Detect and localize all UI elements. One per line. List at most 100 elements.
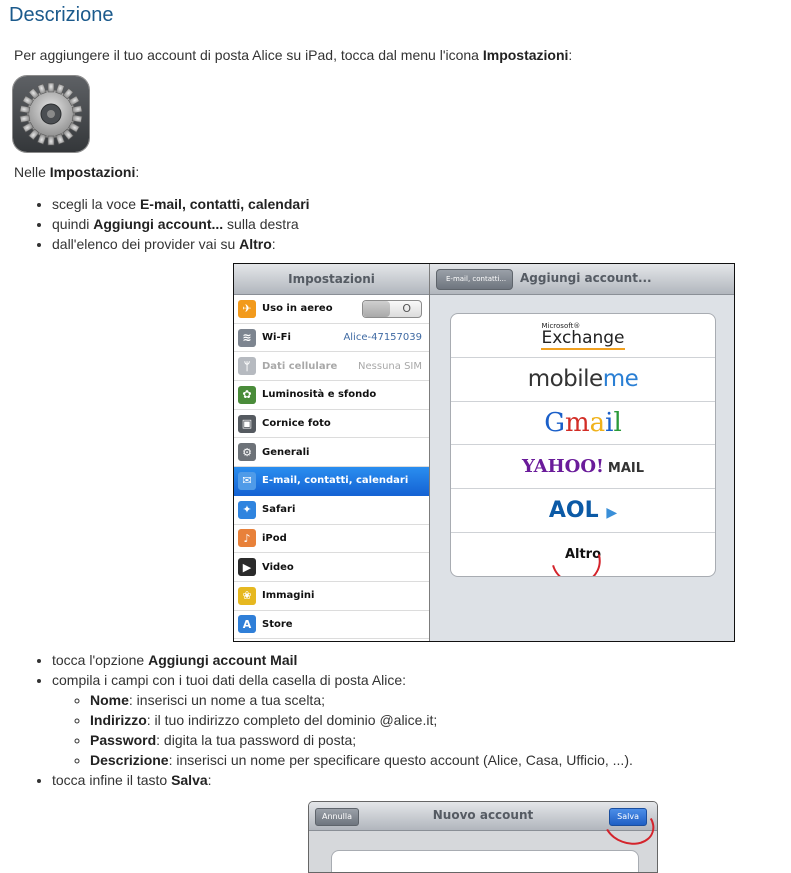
intro-prefix: Per aggiungere il tuo account di posta A… bbox=[14, 47, 483, 63]
aol-word: AOL bbox=[548, 498, 599, 524]
settings-row-value: Alice-47157039 bbox=[343, 332, 422, 344]
step-text: scegli la voce bbox=[52, 196, 140, 212]
gmail-letter: m bbox=[564, 407, 590, 438]
airplane-icon: ✈ bbox=[238, 299, 256, 318]
ipad-settings-screenshot: Impostazioni ✈ Uso in aereo O ≋ Wi-Fi Alice-4… bbox=[233, 263, 735, 642]
yahoo-word: YAHOO! bbox=[521, 456, 604, 478]
gear-icon: ⚙ bbox=[238, 443, 256, 462]
settings-row-uso-in-aereo[interactable]: ✈ Uso in aereo O bbox=[234, 295, 429, 324]
step-text: tocca infine il tasto bbox=[52, 772, 172, 788]
step-text: : bbox=[207, 772, 212, 788]
provider-mobileme[interactable]: mobileme bbox=[451, 358, 715, 402]
settings-row-e-mail-contatti-calendari[interactable]: ✉ E-mail, contatti, calendari bbox=[234, 467, 429, 496]
gmail-letter: l bbox=[613, 407, 622, 438]
settings-row-label: Dati cellulare bbox=[262, 360, 338, 372]
field-desc: : digita la tua password di posta; bbox=[156, 732, 357, 748]
settings-app-gear-icon bbox=[13, 76, 89, 152]
settings-row-label: Store bbox=[262, 618, 293, 630]
step-text: : bbox=[271, 236, 276, 252]
cellular-icon: ᛘ bbox=[238, 357, 256, 376]
settings-row-immagini[interactable]: ❀ Immagini bbox=[234, 582, 429, 611]
settings-row-store[interactable]: A Store bbox=[234, 611, 429, 640]
sunflower-icon: ❀ bbox=[238, 586, 256, 605]
settings-row-safari[interactable]: ✦ Safari bbox=[234, 496, 429, 525]
aol-play-icon: ▶ bbox=[606, 505, 618, 522]
airplane-mode-toggle[interactable]: O bbox=[362, 299, 422, 318]
mail-icon: ✉ bbox=[238, 471, 256, 490]
provider-gmail[interactable]: Gmail bbox=[451, 402, 715, 446]
nelle-suffix: : bbox=[135, 164, 140, 180]
aol-logo: AOL ▶ bbox=[549, 498, 617, 523]
brightness-icon: ✿ bbox=[238, 385, 256, 404]
settings-row-cornice-foto[interactable]: ▣ Cornice foto bbox=[234, 410, 429, 439]
settings-row-label: Generali bbox=[262, 446, 310, 458]
new-account-navbar: Annulla Nuovo account Salva bbox=[309, 802, 657, 852]
settings-row-generali[interactable]: ⚙ Generali bbox=[234, 438, 429, 468]
highlight-circle bbox=[542, 526, 610, 576]
add-account-header: E-mail, contatti... Aggiungi account... bbox=[430, 264, 734, 295]
toggle-off-label: O bbox=[402, 301, 411, 315]
settings-row-video[interactable]: ▶ Video bbox=[234, 553, 429, 582]
settings-row-label: E-mail, contatti, calendari bbox=[262, 475, 409, 487]
step-text: compila i campi con i tuoi dati della ca… bbox=[52, 672, 407, 688]
fields-list: Nome: inserisci un nome a tua scelta; In… bbox=[52, 690, 782, 770]
settings-row-label: iPod bbox=[262, 532, 287, 544]
field-item: Indirizzo: il tuo indirizzo completo del… bbox=[90, 710, 782, 730]
photo-frame-icon: ▣ bbox=[238, 414, 256, 433]
nelle-text: Nelle Impostazioni: bbox=[14, 164, 139, 180]
provider-altro[interactable]: Altro bbox=[451, 526, 715, 576]
step-bold: Altro bbox=[239, 236, 272, 252]
step-text: sulla destra bbox=[223, 216, 299, 232]
intro-suffix: : bbox=[568, 47, 573, 63]
provider-aol[interactable]: AOL ▶ bbox=[451, 489, 715, 533]
exchange-logo: Exchange bbox=[541, 328, 625, 351]
page-title: Descrizione bbox=[9, 4, 114, 26]
provider-exchange[interactable]: Microsoft® Exchange bbox=[451, 314, 715, 358]
field-desc: : inserisci un nome per specificare ques… bbox=[168, 752, 633, 768]
settings-row-luminosit-e-sfondo[interactable]: ✿ Luminosità e sfondo bbox=[234, 381, 429, 410]
yahoo-logo: YAHOO! MAIL bbox=[522, 456, 644, 477]
provider-yahoo[interactable]: YAHOO! MAIL bbox=[451, 445, 715, 490]
mobileme-logo: mobileme bbox=[528, 366, 639, 392]
settings-row-label: Video bbox=[262, 561, 294, 573]
settings-row-label: Luminosità e sfondo bbox=[262, 389, 377, 401]
settings-row-dati-cellulare[interactable]: ᛘ Dati cellulare Nessuna SIM bbox=[234, 352, 429, 382]
field-desc: : inserisci un nome a tua scelta; bbox=[128, 692, 326, 708]
app-store-icon: A bbox=[238, 615, 256, 634]
account-form-field[interactable] bbox=[331, 850, 639, 872]
nelle-bold: Impostazioni bbox=[49, 164, 136, 180]
back-button[interactable]: E-mail, contatti... bbox=[436, 269, 514, 290]
step-bold: Salva bbox=[171, 772, 208, 788]
settings-row-label: Cornice foto bbox=[262, 418, 331, 430]
settings-row-wi-fi[interactable]: ≋ Wi-Fi Alice-47157039 bbox=[234, 324, 429, 353]
step-item: tocca infine il tasto Salva: bbox=[52, 770, 782, 790]
settings-header: Impostazioni bbox=[234, 264, 429, 295]
step-item: tocca l'opzione Aggiungi account Mail bbox=[52, 650, 782, 670]
mobileme-mobile: mobile bbox=[527, 366, 604, 393]
add-account-panel: E-mail, contatti... Aggiungi account... … bbox=[430, 264, 734, 641]
nelle-prefix: Nelle bbox=[14, 164, 50, 180]
field-name: Descrizione bbox=[90, 752, 169, 768]
field-item: Descrizione: inserisci un nome per speci… bbox=[90, 750, 782, 770]
provider-list: Microsoft® Exchange mobileme Gmail YAHOO!… bbox=[450, 313, 716, 577]
compass-icon: ✦ bbox=[238, 500, 256, 519]
settings-row-value: Nessuna SIM bbox=[358, 360, 422, 372]
field-name: Indirizzo bbox=[90, 712, 147, 728]
gmail-logo: Gmail bbox=[544, 408, 622, 438]
field-item: Password: digita la tua password di post… bbox=[90, 730, 782, 750]
step-bold: Aggiungi account... bbox=[93, 216, 224, 232]
ipad-new-account-screenshot: Annulla Nuovo account Salva bbox=[308, 801, 658, 873]
step-item: compila i campi con i tuoi dati della ca… bbox=[52, 670, 782, 770]
settings-row-label: Uso in aereo bbox=[262, 303, 333, 315]
add-account-title: Aggiungi account... bbox=[520, 271, 652, 285]
toggle-knob bbox=[363, 300, 390, 317]
settings-row-ipod[interactable]: ♪ iPod bbox=[234, 525, 429, 554]
step-item: dall'elenco dei provider vai su Altro: bbox=[52, 234, 752, 254]
step-bold: Aggiungi account Mail bbox=[148, 652, 298, 668]
intro-bold: Impostazioni bbox=[482, 47, 569, 63]
settings-row-label: Immagini bbox=[262, 590, 315, 602]
field-name: Nome bbox=[90, 692, 129, 708]
steps-list-1: scegli la voce E-mail, contatti, calenda… bbox=[52, 194, 752, 254]
field-name: Password bbox=[90, 732, 157, 748]
field-item: Nome: inserisci un nome a tua scelta; bbox=[90, 690, 782, 710]
